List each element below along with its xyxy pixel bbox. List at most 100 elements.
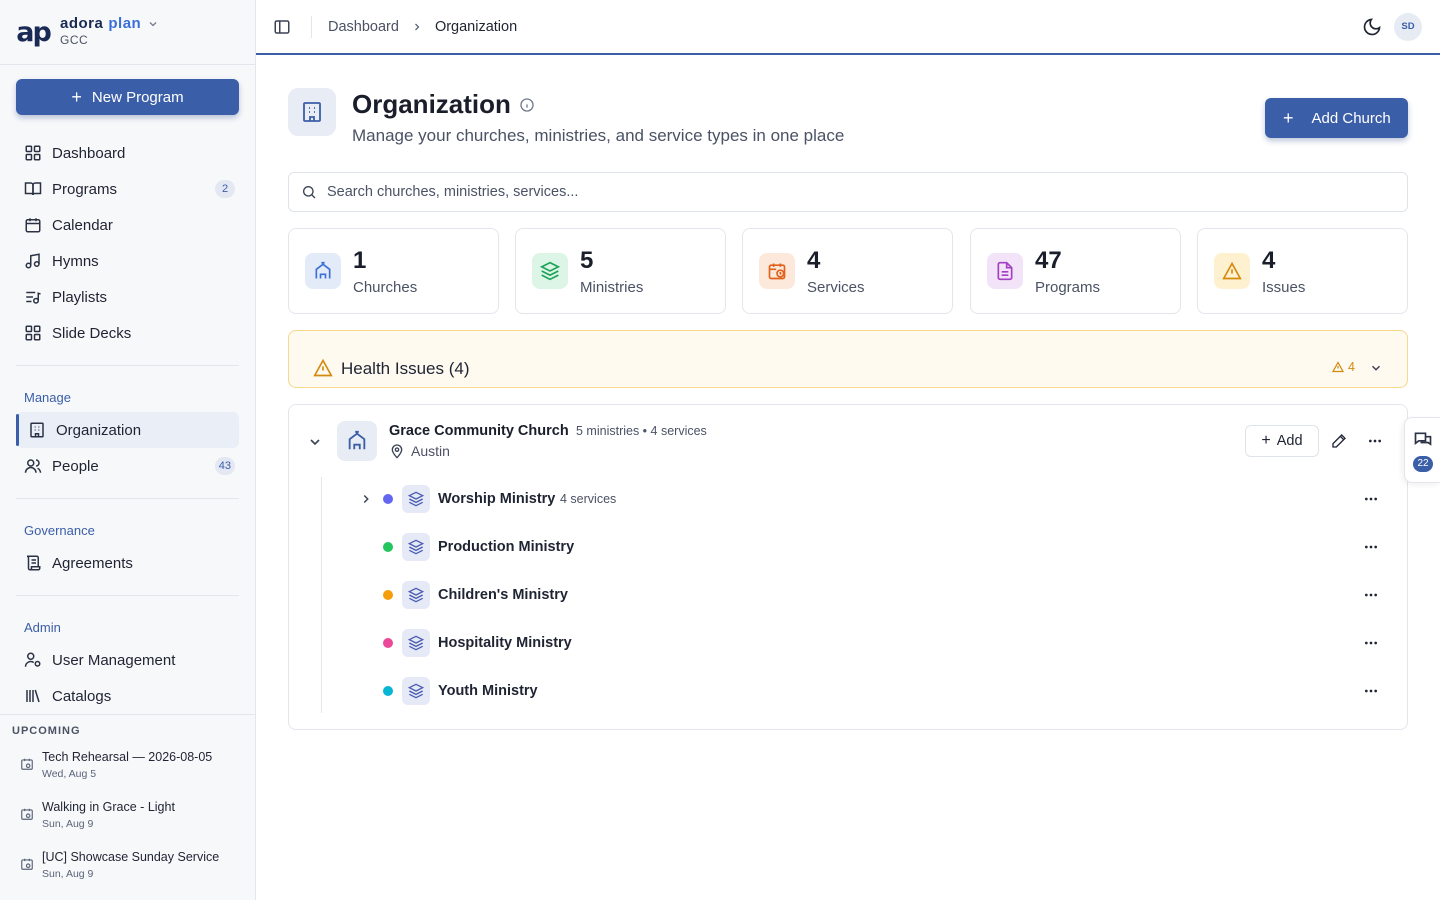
ministry-name: Hospitality Ministry <box>438 635 572 651</box>
section-label-manage: Manage <box>24 390 71 405</box>
breadcrumb-organization: Organization <box>434 18 518 35</box>
upcoming-item-title: Tech Rehearsal — 2026-08-05 <box>42 750 213 764</box>
count-badge: 43 <box>214 457 235 475</box>
ministry-name: Children's Ministry <box>438 587 568 603</box>
stat-card-ministries[interactable]: 5 Ministries <box>515 228 726 314</box>
health-issues-panel[interactable]: Health Issues (4) 4 <box>288 330 1408 388</box>
layers-icon <box>532 253 568 289</box>
sidebar-item-user-management[interactable]: User Management <box>16 642 239 678</box>
layers-icon <box>402 581 430 609</box>
user-cog-icon <box>24 652 41 667</box>
scroll-icon <box>26 555 41 571</box>
stat-label: Churches <box>353 279 418 296</box>
church-icon <box>337 421 377 461</box>
tree-line <box>321 477 322 713</box>
church-location: Austin <box>389 443 450 459</box>
pencil-icon[interactable] <box>1331 433 1347 449</box>
chevron-right-icon[interactable] <box>359 492 373 506</box>
more-horizontal-icon[interactable] <box>1363 491 1379 507</box>
main-nav: Dashboard Programs 2 Calendar Hymns Play… <box>16 135 239 351</box>
add-church-label: Add Church <box>1311 109 1391 127</box>
ministry-row-children[interactable]: Children's Ministry <box>359 575 1379 615</box>
sidebar-item-label: Catalogs <box>52 687 112 705</box>
chevron-down-icon[interactable] <box>1369 361 1383 375</box>
sidebar-item-calendar[interactable]: Calendar <box>16 207 239 243</box>
sidebar-item-slide-decks[interactable]: Slide Decks <box>16 315 239 351</box>
document-icon <box>987 253 1023 289</box>
section-label-governance: Governance <box>24 523 95 538</box>
sidebar-item-programs[interactable]: Programs 2 <box>16 171 239 207</box>
upcoming-item-title: [UC] Showcase Sunday Service <box>42 850 220 864</box>
moon-icon[interactable] <box>1362 17 1382 37</box>
ministry-name: Worship Ministry <box>438 491 556 507</box>
calendar-clock-icon <box>21 808 33 820</box>
sidebar-item-agreements[interactable]: Agreements <box>16 545 239 581</box>
upcoming-item-date: Wed, Aug 5 <box>42 768 97 780</box>
sidebar-item-people[interactable]: People 43 <box>16 448 239 484</box>
sidebar-item-playlists[interactable]: Playlists <box>16 279 239 315</box>
calendar-clock-icon <box>21 858 33 870</box>
admin-nav: User Management Catalogs <box>16 642 239 714</box>
ministry-color-dot <box>383 590 393 600</box>
governance-nav: Agreements <box>16 545 239 581</box>
info-icon[interactable] <box>519 97 535 113</box>
sidebar-item-label: People <box>52 457 99 475</box>
music-icon <box>25 253 40 269</box>
ministry-row-hospitality[interactable]: Hospitality Ministry <box>359 623 1379 663</box>
upcoming-item[interactable]: Walking in Grace - Light Sun, Aug 9 <box>20 799 250 830</box>
add-ministry-button[interactable]: + Add <box>1245 425 1319 457</box>
chevron-down-icon <box>149 22 157 27</box>
church-name[interactable]: Grace Community Church <box>389 423 569 439</box>
church-card: Grace Community Church 5 ministries • 4 … <box>288 404 1408 730</box>
more-horizontal-icon[interactable] <box>1363 683 1379 699</box>
sidebar-item-organization[interactable]: Organization <box>16 412 239 448</box>
more-horizontal-icon[interactable] <box>1367 433 1383 449</box>
stat-card-churches[interactable]: 1 Churches <box>288 228 499 314</box>
sidebar-item-catalogs[interactable]: Catalogs <box>16 678 239 714</box>
upcoming-item[interactable]: Tech Rehearsal — 2026-08-05 Wed, Aug 5 <box>20 749 250 780</box>
building-icon <box>30 422 44 438</box>
ministry-row-youth[interactable]: Youth Ministry <box>359 671 1379 711</box>
upcoming-item[interactable]: [UC] Showcase Sunday Service Sun, Aug 9 <box>20 849 250 880</box>
chevron-down-icon[interactable] <box>307 434 323 450</box>
more-horizontal-icon[interactable] <box>1363 587 1379 603</box>
sidebar-item-label: Calendar <box>52 216 113 234</box>
warning-icon <box>313 358 333 377</box>
add-church-button[interactable]: + Add Church <box>1265 98 1408 138</box>
stat-card-programs[interactable]: 47 Programs <box>970 228 1181 314</box>
sidebar-item-hymns[interactable]: Hymns <box>16 243 239 279</box>
book-icon <box>24 182 42 196</box>
count-badge: 2 <box>215 180 235 198</box>
stat-label: Ministries <box>580 279 644 296</box>
search-input[interactable] <box>327 184 1327 200</box>
stat-card-services[interactable]: 4 Services <box>742 228 953 314</box>
breadcrumb-dashboard[interactable]: Dashboard <box>328 19 399 35</box>
manage-nav: Organization People 43 <box>16 412 239 484</box>
brand-switcher[interactable]: ap adora plan GCC <box>0 0 255 65</box>
library-icon <box>26 689 40 703</box>
upcoming-item-date: Sun, Aug 9 <box>42 868 94 880</box>
ministry-row-worship[interactable]: Worship Ministry 4 services <box>359 479 1379 519</box>
sidebar-item-label: Hymns <box>52 252 99 270</box>
upcoming-item-title: Walking in Grace - Light <box>42 800 175 814</box>
upcoming-title: UPCOMING <box>12 725 81 737</box>
main-content: Organization Manage your churches, minis… <box>256 57 1440 900</box>
sidebar-item-dashboard[interactable]: Dashboard <box>16 135 239 171</box>
stat-card-issues[interactable]: 4 Issues <box>1197 228 1408 314</box>
sidebar-toggle-icon[interactable] <box>273 18 291 36</box>
new-program-label: New Program <box>91 88 184 106</box>
church-icon <box>305 253 341 289</box>
section-label-admin: Admin <box>24 620 61 635</box>
sidebar-item-label: Playlists <box>52 288 108 306</box>
new-program-button[interactable]: + New Program <box>16 79 239 115</box>
stat-label: Issues <box>1262 279 1306 296</box>
sidebar-divider <box>16 595 239 596</box>
stat-value: 4 <box>1262 247 1276 274</box>
more-horizontal-icon[interactable] <box>1363 635 1379 651</box>
chat-tab[interactable]: 22 <box>1404 417 1440 483</box>
ministry-row-production[interactable]: Production Ministry <box>359 527 1379 567</box>
search-icon <box>303 186 316 199</box>
avatar[interactable]: SD <box>1394 13 1422 41</box>
building-icon <box>288 88 336 136</box>
more-horizontal-icon[interactable] <box>1363 539 1379 555</box>
